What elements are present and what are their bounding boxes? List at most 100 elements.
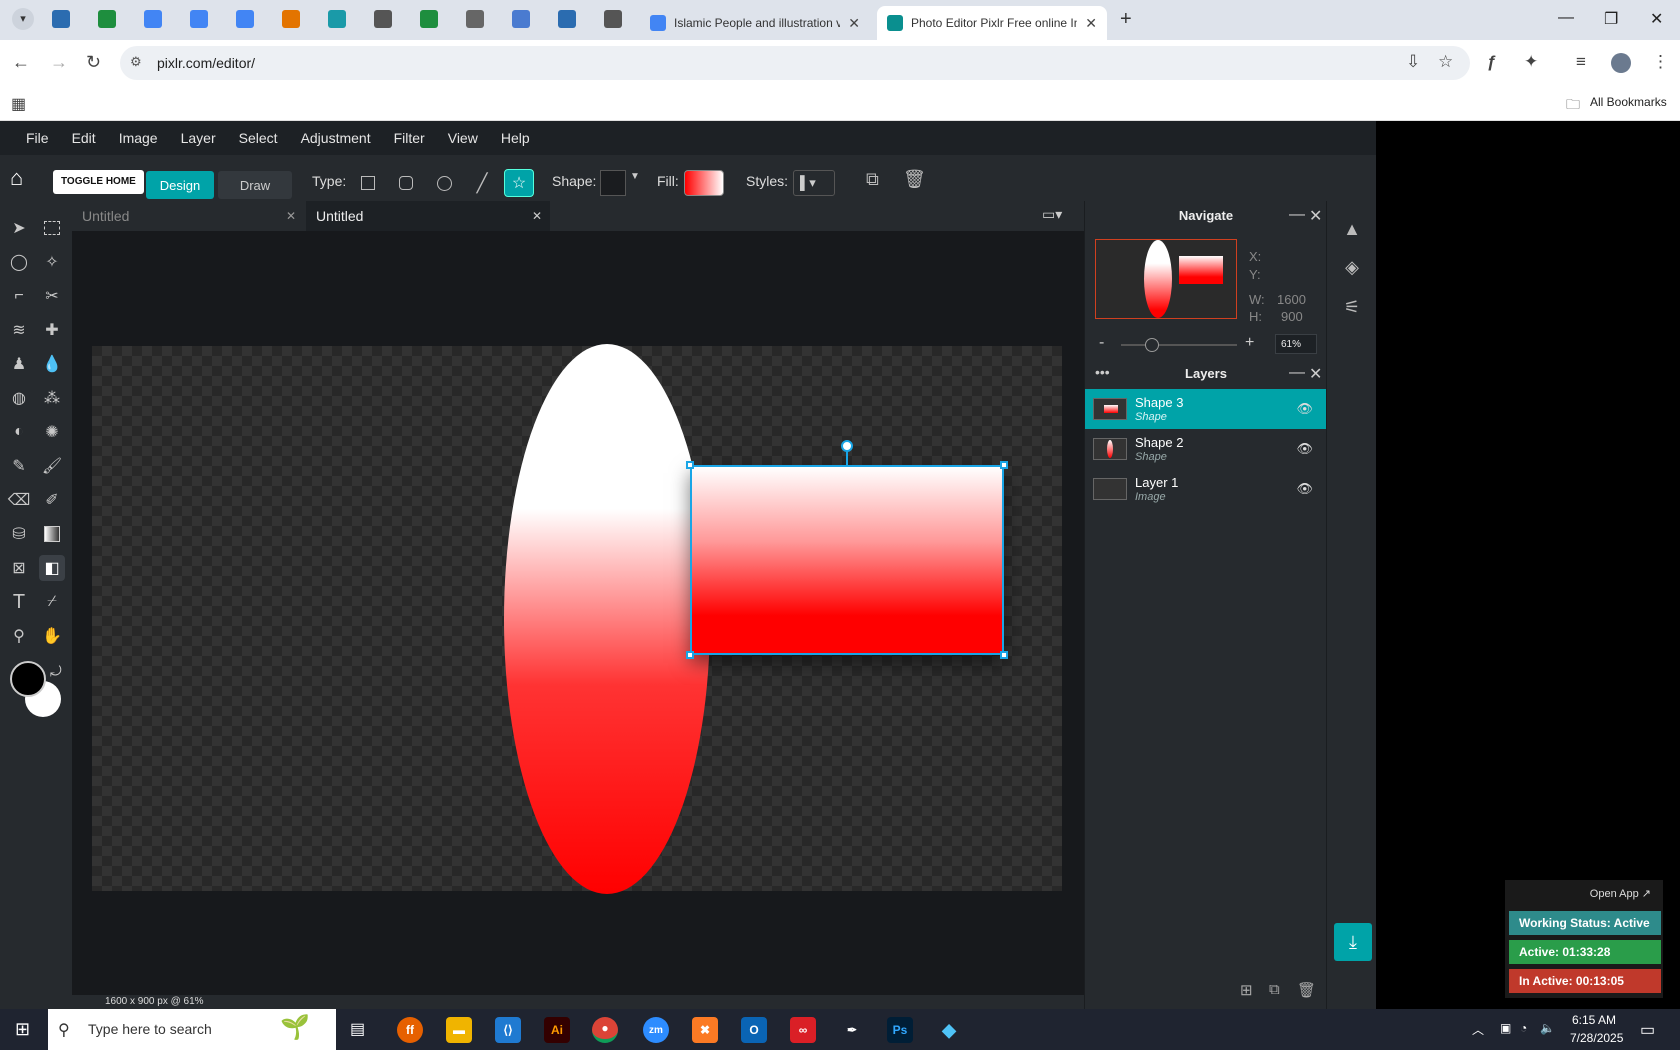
open-app-link[interactable]: Open App ↗ bbox=[1590, 887, 1651, 900]
clock-time[interactable]: 6:15 AM bbox=[1572, 1013, 1616, 1027]
extension-fx-icon[interactable]: ƒ bbox=[1487, 52, 1496, 72]
liquify-tool-icon[interactable]: ≋ bbox=[6, 317, 32, 343]
notifications-icon[interactable]: ▭ bbox=[1640, 1020, 1655, 1040]
blur-tool-icon[interactable]: 💧 bbox=[39, 351, 65, 377]
duplicate-layer-icon[interactable]: ⧉ bbox=[1269, 981, 1280, 998]
resize-handle-br[interactable] bbox=[1000, 651, 1008, 659]
styles-dropdown[interactable]: ▌▾ bbox=[793, 170, 835, 196]
fill-gradient-swatch[interactable] bbox=[684, 170, 724, 196]
pinned-tab-favicon-icon[interactable] bbox=[328, 10, 346, 28]
app-diamond-icon[interactable]: ◆ bbox=[936, 1017, 962, 1043]
pinned-tab-favicon-icon[interactable] bbox=[558, 10, 576, 28]
shape-dropdown-icon[interactable]: ▼ bbox=[630, 171, 640, 182]
delete-icon[interactable]: 🗑 bbox=[903, 169, 926, 190]
back-icon[interactable]: ← bbox=[12, 52, 30, 73]
rectangle-shape-selected[interactable] bbox=[690, 465, 1004, 655]
pinned-tab-favicon-icon[interactable] bbox=[374, 10, 392, 28]
doc-tab-close-icon[interactable]: ✕ bbox=[286, 209, 296, 223]
tray-network-icon[interactable]: ▣ bbox=[1500, 1021, 1511, 1035]
image-placeholder-icon[interactable]: ⊠ bbox=[6, 555, 32, 581]
lasso-tool-icon[interactable]: ◯ bbox=[6, 249, 32, 275]
illustrator-icon[interactable]: Ai bbox=[544, 1017, 570, 1043]
cutout-tool-icon[interactable]: ✂ bbox=[39, 283, 65, 309]
home-icon[interactable]: ⌂ bbox=[10, 165, 23, 191]
windows-start-icon[interactable]: ⊞ bbox=[15, 1019, 30, 1040]
browser-tab-islamic[interactable]: Islamic People and illustration v ✕ bbox=[640, 6, 870, 40]
dodge-tool-icon[interactable]: ◐ bbox=[6, 419, 32, 445]
heal-tool-icon[interactable]: ✚ bbox=[39, 317, 65, 343]
ellipse-type-icon[interactable] bbox=[429, 169, 459, 197]
chrome-icon[interactable]: ● bbox=[592, 1017, 618, 1043]
layers-close-icon[interactable]: ✕ bbox=[1309, 364, 1322, 384]
hand-tool-icon[interactable]: ✋ bbox=[39, 623, 65, 649]
pinned-tab-favicon-icon[interactable] bbox=[604, 10, 622, 28]
layer-item-shape-3[interactable]: Shape 3 Shape 👁 bbox=[1085, 389, 1327, 429]
tray-chevron-icon[interactable]: ︿ bbox=[1472, 1021, 1484, 1038]
zoom-slider[interactable] bbox=[1121, 338, 1237, 352]
restore-icon[interactable]: ❐ bbox=[1604, 9, 1618, 29]
pen-tool-app-icon[interactable]: ✒ bbox=[839, 1017, 865, 1043]
brush-tool-icon[interactable]: 🖌 bbox=[39, 453, 65, 479]
download-icon[interactable]: ⤓ bbox=[1334, 923, 1372, 961]
window-arrange-icon[interactable]: ▭▾ bbox=[1042, 206, 1062, 223]
pinned-tab-favicon-icon[interactable] bbox=[144, 10, 162, 28]
navigator-thumbnail[interactable] bbox=[1095, 239, 1237, 319]
creative-cloud-icon[interactable]: ∞ bbox=[790, 1017, 816, 1043]
resize-handle-tr[interactable] bbox=[1000, 461, 1008, 469]
shape-picker[interactable] bbox=[600, 170, 626, 196]
task-view-icon[interactable]: ▤ bbox=[350, 1019, 365, 1039]
menu-file[interactable]: File bbox=[26, 130, 49, 146]
duplicate-icon[interactable]: ⧉ bbox=[866, 169, 879, 190]
detail-tool-icon[interactable]: ✺ bbox=[39, 419, 65, 445]
eraser-tool-icon[interactable]: ⌫ bbox=[6, 487, 32, 513]
tray-volume-icon[interactable]: 🔈 bbox=[1540, 1021, 1555, 1035]
visibility-eye-icon[interactable]: 👁 bbox=[1296, 441, 1313, 457]
reload-icon[interactable]: ↻ bbox=[86, 52, 101, 73]
bookmark-star-icon[interactable]: ☆ bbox=[1438, 52, 1453, 72]
layers-panel-icon[interactable]: ◈ bbox=[1341, 257, 1363, 279]
menu-view[interactable]: View bbox=[448, 130, 478, 146]
navigate-panel-icon[interactable]: ▲ bbox=[1341, 219, 1363, 241]
rounded-rect-type-icon[interactable] bbox=[391, 169, 421, 197]
close-window-icon[interactable]: ✕ bbox=[1650, 9, 1663, 29]
line-type-icon[interactable]: ╱ bbox=[467, 169, 497, 197]
canvas[interactable] bbox=[92, 344, 1062, 894]
magic-wand-icon[interactable]: ✧ bbox=[39, 249, 65, 275]
layer-item-layer-1[interactable]: Layer 1 Image 👁 bbox=[1085, 469, 1327, 509]
zoom-tool-icon[interactable]: ⚲ bbox=[6, 623, 32, 649]
all-bookmarks[interactable]: All Bookmarks bbox=[1590, 95, 1667, 109]
xampp-icon[interactable]: ✖ bbox=[692, 1017, 718, 1043]
profile-avatar[interactable] bbox=[1611, 53, 1631, 73]
eyedropper-icon[interactable]: ⌿ bbox=[39, 589, 65, 615]
resize-handle-tl[interactable] bbox=[686, 461, 694, 469]
media-control-icon[interactable]: ≡ bbox=[1576, 52, 1586, 72]
layers-minimize-icon[interactable]: — bbox=[1289, 364, 1305, 382]
sponge-tool-icon[interactable]: ◍ bbox=[6, 385, 32, 411]
clock-date[interactable]: 7/28/2025 bbox=[1570, 1031, 1623, 1045]
site-info-icon[interactable]: ⚙ bbox=[130, 54, 142, 70]
file-explorer-icon[interactable]: ▬ bbox=[446, 1017, 472, 1043]
new-tab-button[interactable]: + bbox=[1120, 8, 1132, 31]
menu-help[interactable]: Help bbox=[501, 130, 530, 146]
pinned-tab-favicon-icon[interactable] bbox=[282, 10, 300, 28]
tab-close-icon[interactable]: ✕ bbox=[848, 15, 860, 32]
fill-bucket-icon[interactable]: ⛁ bbox=[6, 521, 32, 547]
install-app-icon[interactable]: ⇩ bbox=[1406, 52, 1420, 72]
taskbar-search[interactable]: ⚲ Type here to search 🌱 bbox=[48, 1009, 336, 1050]
pencil-tool-icon[interactable]: ✎ bbox=[6, 453, 32, 479]
visibility-eye-icon[interactable]: 👁 bbox=[1296, 481, 1313, 497]
doc-tab-2[interactable]: Untitled ✕ bbox=[306, 201, 550, 231]
pinned-tab-favicon-icon[interactable] bbox=[190, 10, 208, 28]
spot-tool-icon[interactable]: ⁂ bbox=[39, 385, 65, 411]
pinned-tab-favicon-icon[interactable] bbox=[236, 10, 254, 28]
tray-wifi-icon[interactable]: ◔ bbox=[1520, 1021, 1527, 1035]
marquee-tool-icon[interactable] bbox=[39, 215, 65, 241]
navigate-close-icon[interactable]: ✕ bbox=[1309, 206, 1322, 226]
extensions-icon[interactable]: ✦ bbox=[1524, 52, 1538, 72]
rectangle-type-icon[interactable] bbox=[353, 169, 383, 197]
omnibox[interactable] bbox=[120, 46, 1470, 80]
properties-panel-icon[interactable]: ⚟ bbox=[1341, 297, 1363, 319]
chrome-menu-icon[interactable]: ⋮ bbox=[1652, 52, 1669, 72]
crop-tool-icon[interactable]: ⌐ bbox=[6, 283, 32, 309]
arrange-tool-icon[interactable]: ➤ bbox=[6, 215, 32, 241]
